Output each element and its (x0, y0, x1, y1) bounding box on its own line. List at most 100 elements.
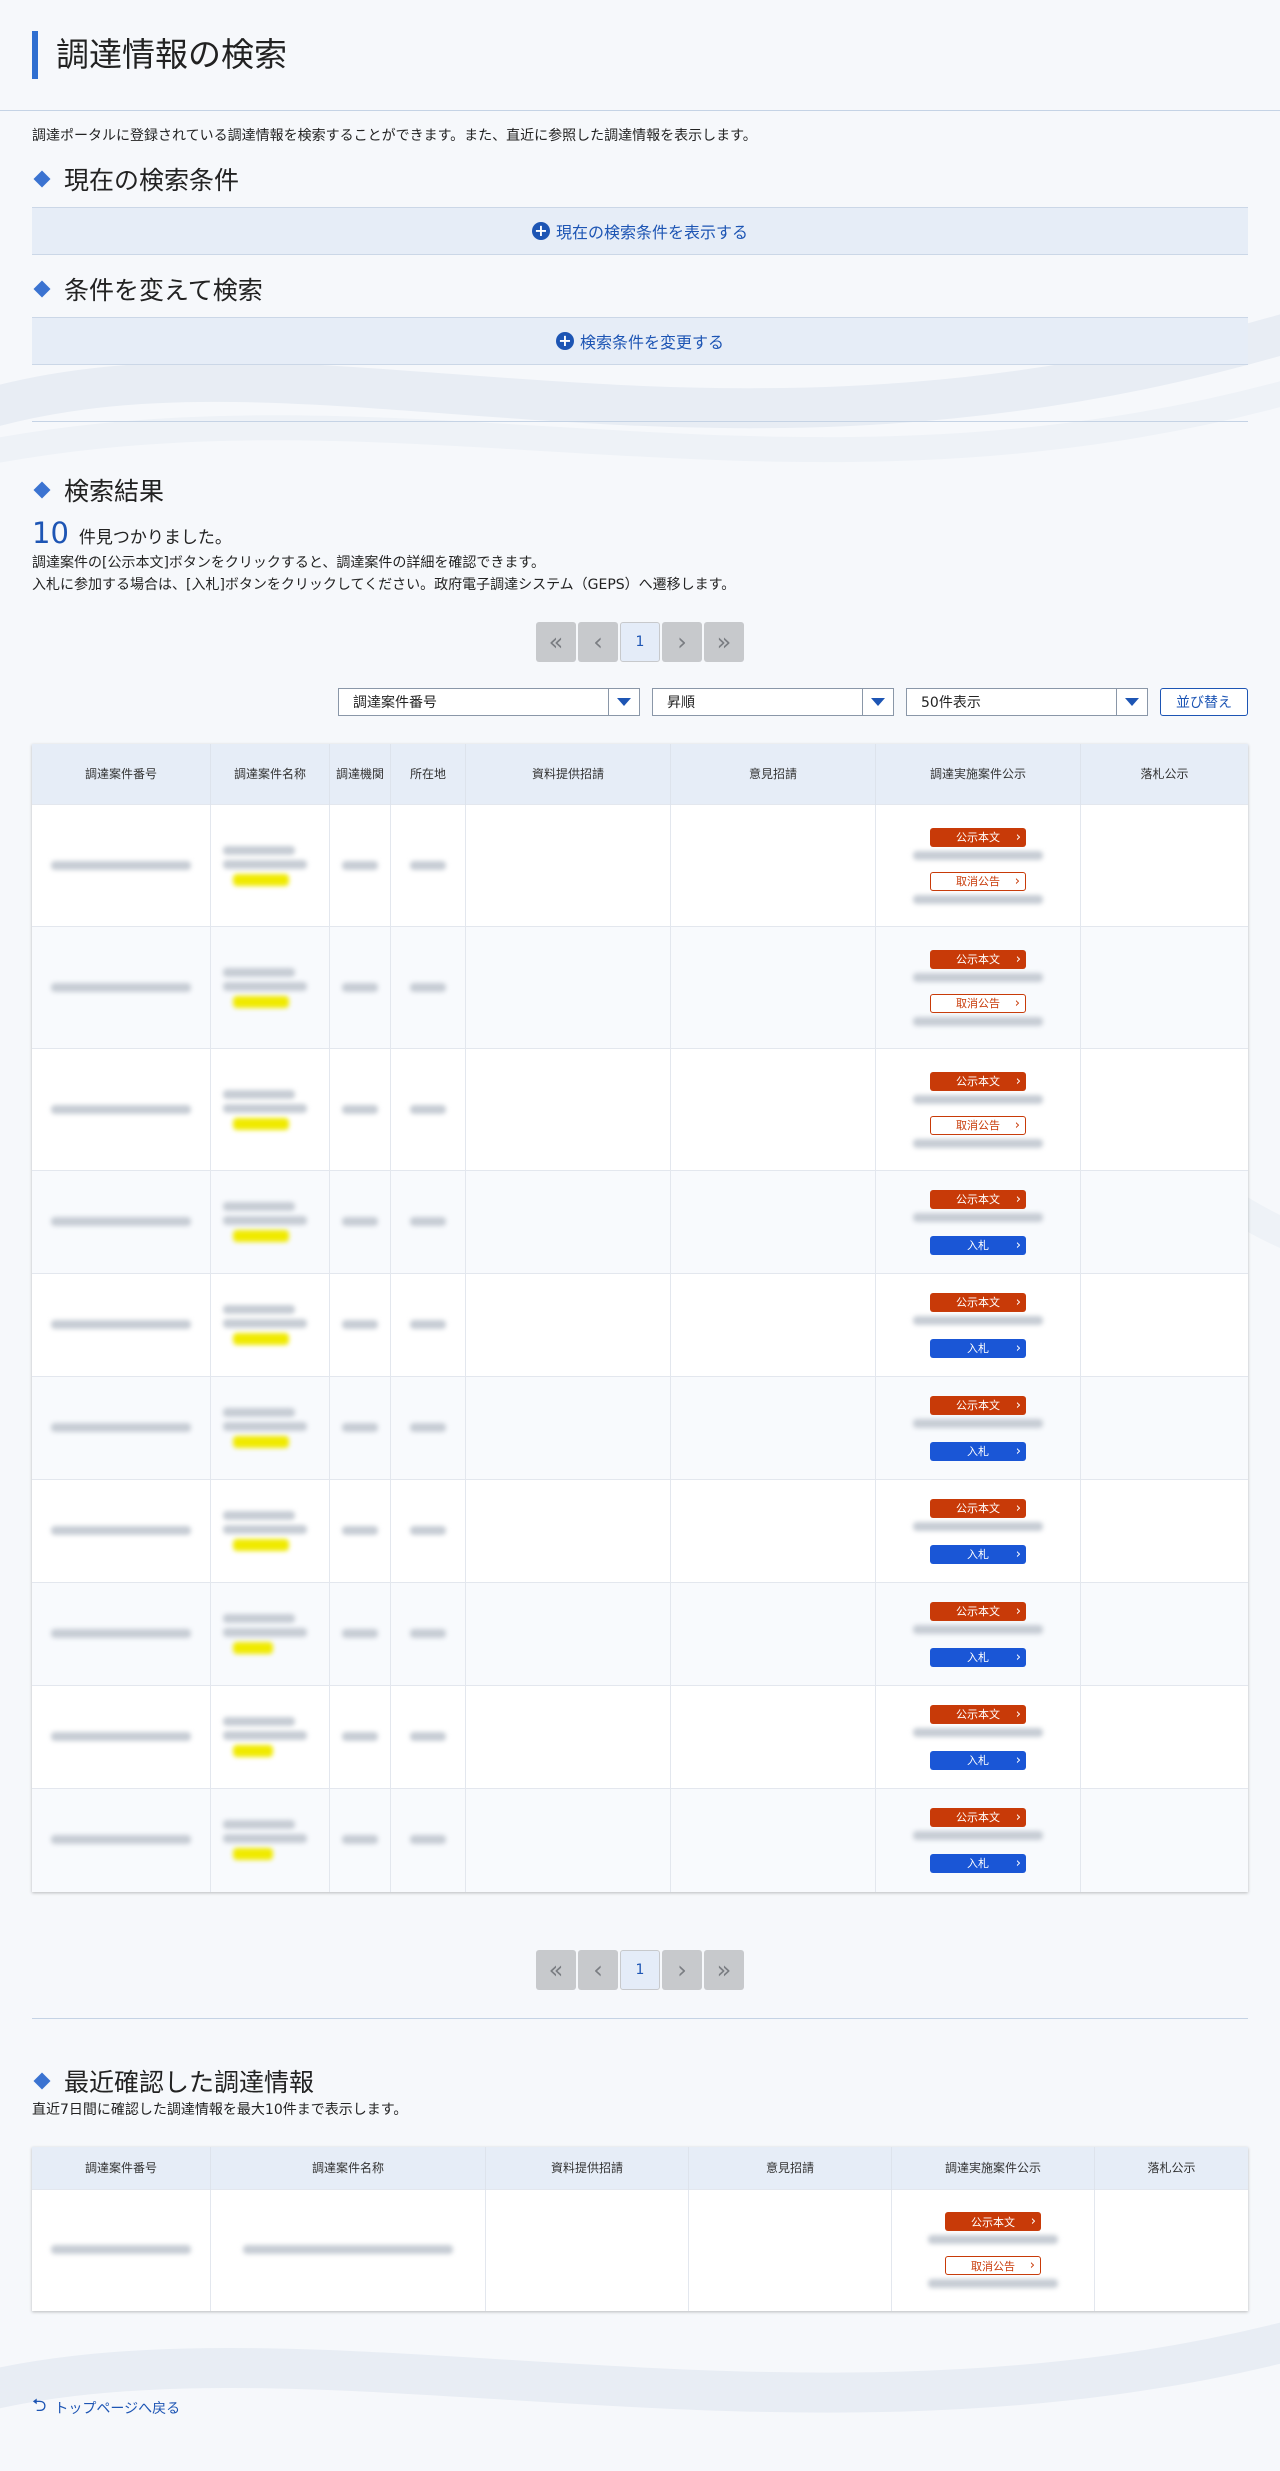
pager-current-page[interactable]: 1 (620, 1949, 660, 1990)
pager-next-button[interactable]: › (662, 622, 702, 662)
toggle-label: 検索条件を変更する (579, 333, 724, 352)
case-name-cell[interactable] (210, 1788, 330, 1892)
redacted-text (223, 1408, 295, 1417)
nyusatsu-button[interactable]: 入札 (930, 1544, 1026, 1564)
nyusatsu-button[interactable]: 入札 (930, 1441, 1026, 1461)
pager-first-button[interactable]: « (536, 622, 576, 662)
public-notice-stack: 公示本文取消公告 (876, 1071, 1080, 1148)
torikeshi-button[interactable]: 取消公告 (930, 993, 1026, 1013)
result-count-suffix: 件見つかりました。 (78, 528, 232, 548)
pager-prev-button[interactable]: ‹ (578, 1949, 618, 1990)
redacted-text (342, 1423, 378, 1432)
opinion-request-cell (670, 1582, 876, 1686)
pager-last-button[interactable]: » (704, 622, 744, 662)
change-conditions-heading: 条件を変えて検索 (32, 271, 1248, 307)
case-name-cell[interactable] (210, 2188, 486, 2311)
nyusatsu-button[interactable]: 入札 (930, 1647, 1026, 1667)
chevron-down-icon (608, 689, 639, 715)
highlight-badge (233, 873, 289, 886)
case-name-cell[interactable] (210, 1273, 330, 1377)
agency-cell (329, 1170, 391, 1274)
highlight-badge (233, 1848, 273, 1861)
result-count: 10 件見つかりました。 (32, 516, 1248, 550)
award-notice-cell (1080, 804, 1248, 927)
kokuji-button[interactable]: 公示本文 (930, 1189, 1026, 1209)
kokuji-button[interactable]: 公示本文 (930, 1498, 1026, 1518)
redacted-text (342, 1732, 378, 1741)
kokuji-button[interactable]: 公示本文 (930, 1601, 1026, 1621)
redacted-text (51, 2245, 191, 2255)
result-count-number: 10 (32, 516, 69, 550)
redacted-text (223, 981, 307, 991)
nyusatsu-button[interactable]: 入札 (930, 1750, 1026, 1770)
pager-current-page[interactable]: 1 (620, 622, 660, 662)
show-current-conditions-toggle[interactable]: + 現在の検索条件を表示する (32, 207, 1248, 255)
case-name-cell[interactable] (210, 1170, 330, 1274)
case-number-cell (32, 1376, 211, 1480)
back-to-top-link[interactable]: ⮌ トップページへ戻る (32, 2393, 1248, 2423)
kokuji-button[interactable]: 公示本文 (930, 827, 1026, 847)
redacted-text (223, 1089, 295, 1099)
nyusatsu-button[interactable]: 入札 (930, 1338, 1026, 1358)
torikeshi-button[interactable]: 取消公告 (930, 1115, 1026, 1135)
case-number-cell (32, 2188, 211, 2311)
redacted-text (223, 1731, 307, 1740)
page: 調達情報の検索 調達ポータルに登録されている調達情報を検索することができます。ま… (0, 0, 1280, 2471)
case-name-cell[interactable] (210, 1376, 330, 1480)
pager-next-button[interactable]: › (662, 1949, 702, 1990)
kokuji-button[interactable]: 公示本文 (945, 2212, 1041, 2232)
case-number-cell (32, 1788, 211, 1892)
kokuji-button[interactable]: 公示本文 (930, 1704, 1026, 1724)
torikeshi-button[interactable]: 取消公告 (945, 2256, 1041, 2276)
case-number-cell (32, 1582, 211, 1686)
col-header: 調達実施案件公示 (875, 744, 1081, 805)
pager-last-button[interactable]: » (704, 1949, 744, 1990)
return-arrow-icon: ⮌ (32, 2395, 47, 2416)
case-name-cell[interactable] (210, 1582, 330, 1686)
sort-order-select[interactable]: 昇順 (652, 688, 894, 716)
pager-first-button[interactable]: « (536, 1949, 576, 1990)
per-page-select[interactable]: 50件表示 (906, 688, 1148, 716)
info-request-cell (485, 2188, 689, 2311)
location-cell (390, 1048, 466, 1171)
agency-cell (329, 1479, 391, 1583)
kokuji-button[interactable]: 公示本文 (930, 1807, 1026, 1827)
location-cell (390, 1273, 466, 1377)
col-header: 調達案件名称 (210, 2146, 486, 2189)
case-name-cell[interactable] (210, 1048, 330, 1171)
kokuji-button[interactable]: 公示本文 (930, 949, 1026, 969)
redacted-text (51, 1423, 191, 1432)
change-conditions-toggle[interactable]: + 検索条件を変更する (32, 317, 1248, 365)
opinion-request-cell (670, 1273, 876, 1377)
col-header: 所在地 (390, 744, 466, 805)
diamond-icon (33, 2072, 51, 2089)
redacted-text (342, 1217, 378, 1226)
sort-button[interactable]: 並び替え (1160, 688, 1248, 716)
highlight-badge (233, 1117, 289, 1130)
case-name-cell[interactable] (210, 926, 330, 1049)
redacted-text (913, 1212, 1043, 1222)
redacted-text (223, 1511, 295, 1520)
torikeshi-button[interactable]: 取消公告 (930, 871, 1026, 891)
pager-prev-button[interactable]: ‹ (578, 622, 618, 662)
redacted-text (342, 1104, 378, 1114)
case-name-cell[interactable] (210, 1479, 330, 1583)
table-row: 公示本文入札 (32, 1479, 1248, 1583)
case-number-cell (32, 1048, 211, 1171)
results-header-row: 調達案件番号 調達案件名称 調達機関 所在地 資料提供招請 意見招請 調達実施案… (32, 744, 1248, 805)
case-name-cell[interactable] (210, 1685, 330, 1789)
nyusatsu-button[interactable]: 入札 (930, 1235, 1026, 1255)
kokuji-button[interactable]: 公示本文 (930, 1395, 1026, 1415)
diamond-icon (33, 280, 51, 298)
highlight-badge (233, 1230, 289, 1242)
redacted-text (223, 1717, 295, 1726)
nyusatsu-button[interactable]: 入札 (930, 1853, 1026, 1873)
sort-field-select[interactable]: 調達案件番号 (338, 688, 640, 716)
redacted-text (243, 2245, 453, 2255)
current-conditions-title: 現在の検索条件 (64, 166, 240, 195)
info-request-cell (465, 1479, 671, 1583)
kokuji-button[interactable]: 公示本文 (930, 1071, 1026, 1091)
case-name-cell[interactable] (210, 804, 330, 927)
info-request-cell (465, 926, 671, 1049)
kokuji-button[interactable]: 公示本文 (930, 1292, 1026, 1312)
